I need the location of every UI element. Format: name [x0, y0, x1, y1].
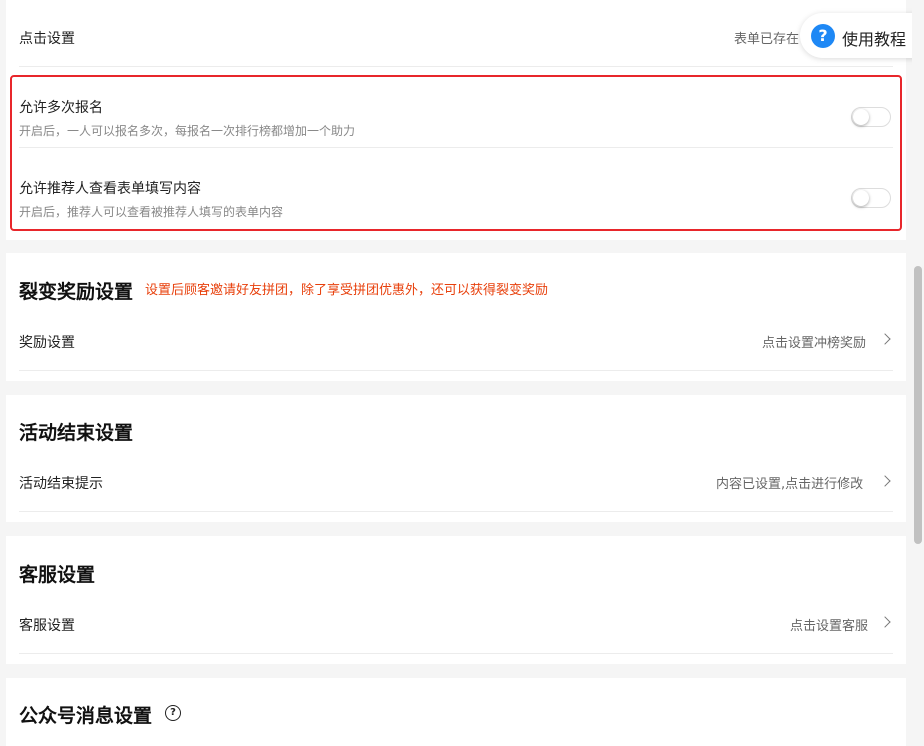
click-settings-label: 点击设置 [19, 31, 75, 47]
toggle-knob [853, 109, 869, 125]
customer-service-card: 客服设置 客服设置 点击设置客服 [6, 536, 906, 664]
allow-referrer-view-desc: 开启后，推荐人可以查看被推荐人填写的表单内容 [19, 205, 284, 219]
reward-row-label: 奖励设置 [19, 335, 75, 351]
divider [19, 653, 893, 654]
toggle-knob [853, 190, 869, 206]
wechat-message-card: 公众号消息设置 ? [6, 678, 906, 746]
tutorial-label: 使用教程 [842, 30, 907, 49]
divider [19, 66, 893, 67]
question-icon: ? [811, 24, 835, 48]
activity-end-row-label: 活动结束提示 [19, 476, 103, 492]
allow-multiple-signup-label: 允许多次报名 [19, 100, 103, 116]
divider [19, 147, 893, 148]
customer-service-row-value[interactable]: 点击设置客服 [790, 615, 868, 634]
customer-service-row-label: 客服设置 [19, 618, 75, 634]
allow-referrer-view-toggle[interactable] [851, 188, 891, 208]
reward-row-value[interactable]: 点击设置冲榜奖励 [762, 332, 866, 351]
activity-end-title: 活动结束设置 [19, 422, 134, 444]
click-settings-card: 点击设置 表单已存在 允许多次报名 开启后，一人可以报名多次，每报名一次排行榜都… [6, 0, 906, 240]
allow-referrer-view-label: 允许推荐人查看表单填写内容 [19, 181, 201, 197]
help-icon[interactable]: ? [165, 705, 181, 721]
chevron-right-icon[interactable] [879, 475, 891, 487]
reward-settings-hint: 设置后顾客邀请好友拼团，除了享受拼团优惠外，还可以获得裂变奖励 [145, 283, 549, 298]
activity-end-card: 活动结束设置 活动结束提示 内容已设置,点击进行修改 [6, 395, 906, 522]
allow-multiple-signup-desc: 开启后，一人可以报名多次，每报名一次排行榜都增加一个助力 [19, 124, 356, 138]
divider [19, 370, 893, 371]
chevron-right-icon[interactable] [879, 333, 891, 345]
form-status-text[interactable]: 表单已存在 [734, 28, 799, 47]
activity-end-row-value[interactable]: 内容已设置,点击进行修改 [716, 473, 863, 492]
customer-service-title: 客服设置 [19, 564, 96, 586]
scrollbar-thumb[interactable] [914, 266, 922, 544]
reward-settings-title: 裂变奖励设置 [19, 281, 134, 303]
tutorial-button[interactable]: ? 使用教程 [800, 13, 924, 58]
chevron-right-icon[interactable] [879, 616, 891, 628]
divider [19, 511, 893, 512]
reward-settings-card: 裂变奖励设置 设置后顾客邀请好友拼团，除了享受拼团优惠外，还可以获得裂变奖励 奖… [6, 253, 906, 381]
wechat-message-title: 公众号消息设置 [19, 705, 153, 727]
allow-multiple-signup-toggle[interactable] [851, 107, 891, 127]
